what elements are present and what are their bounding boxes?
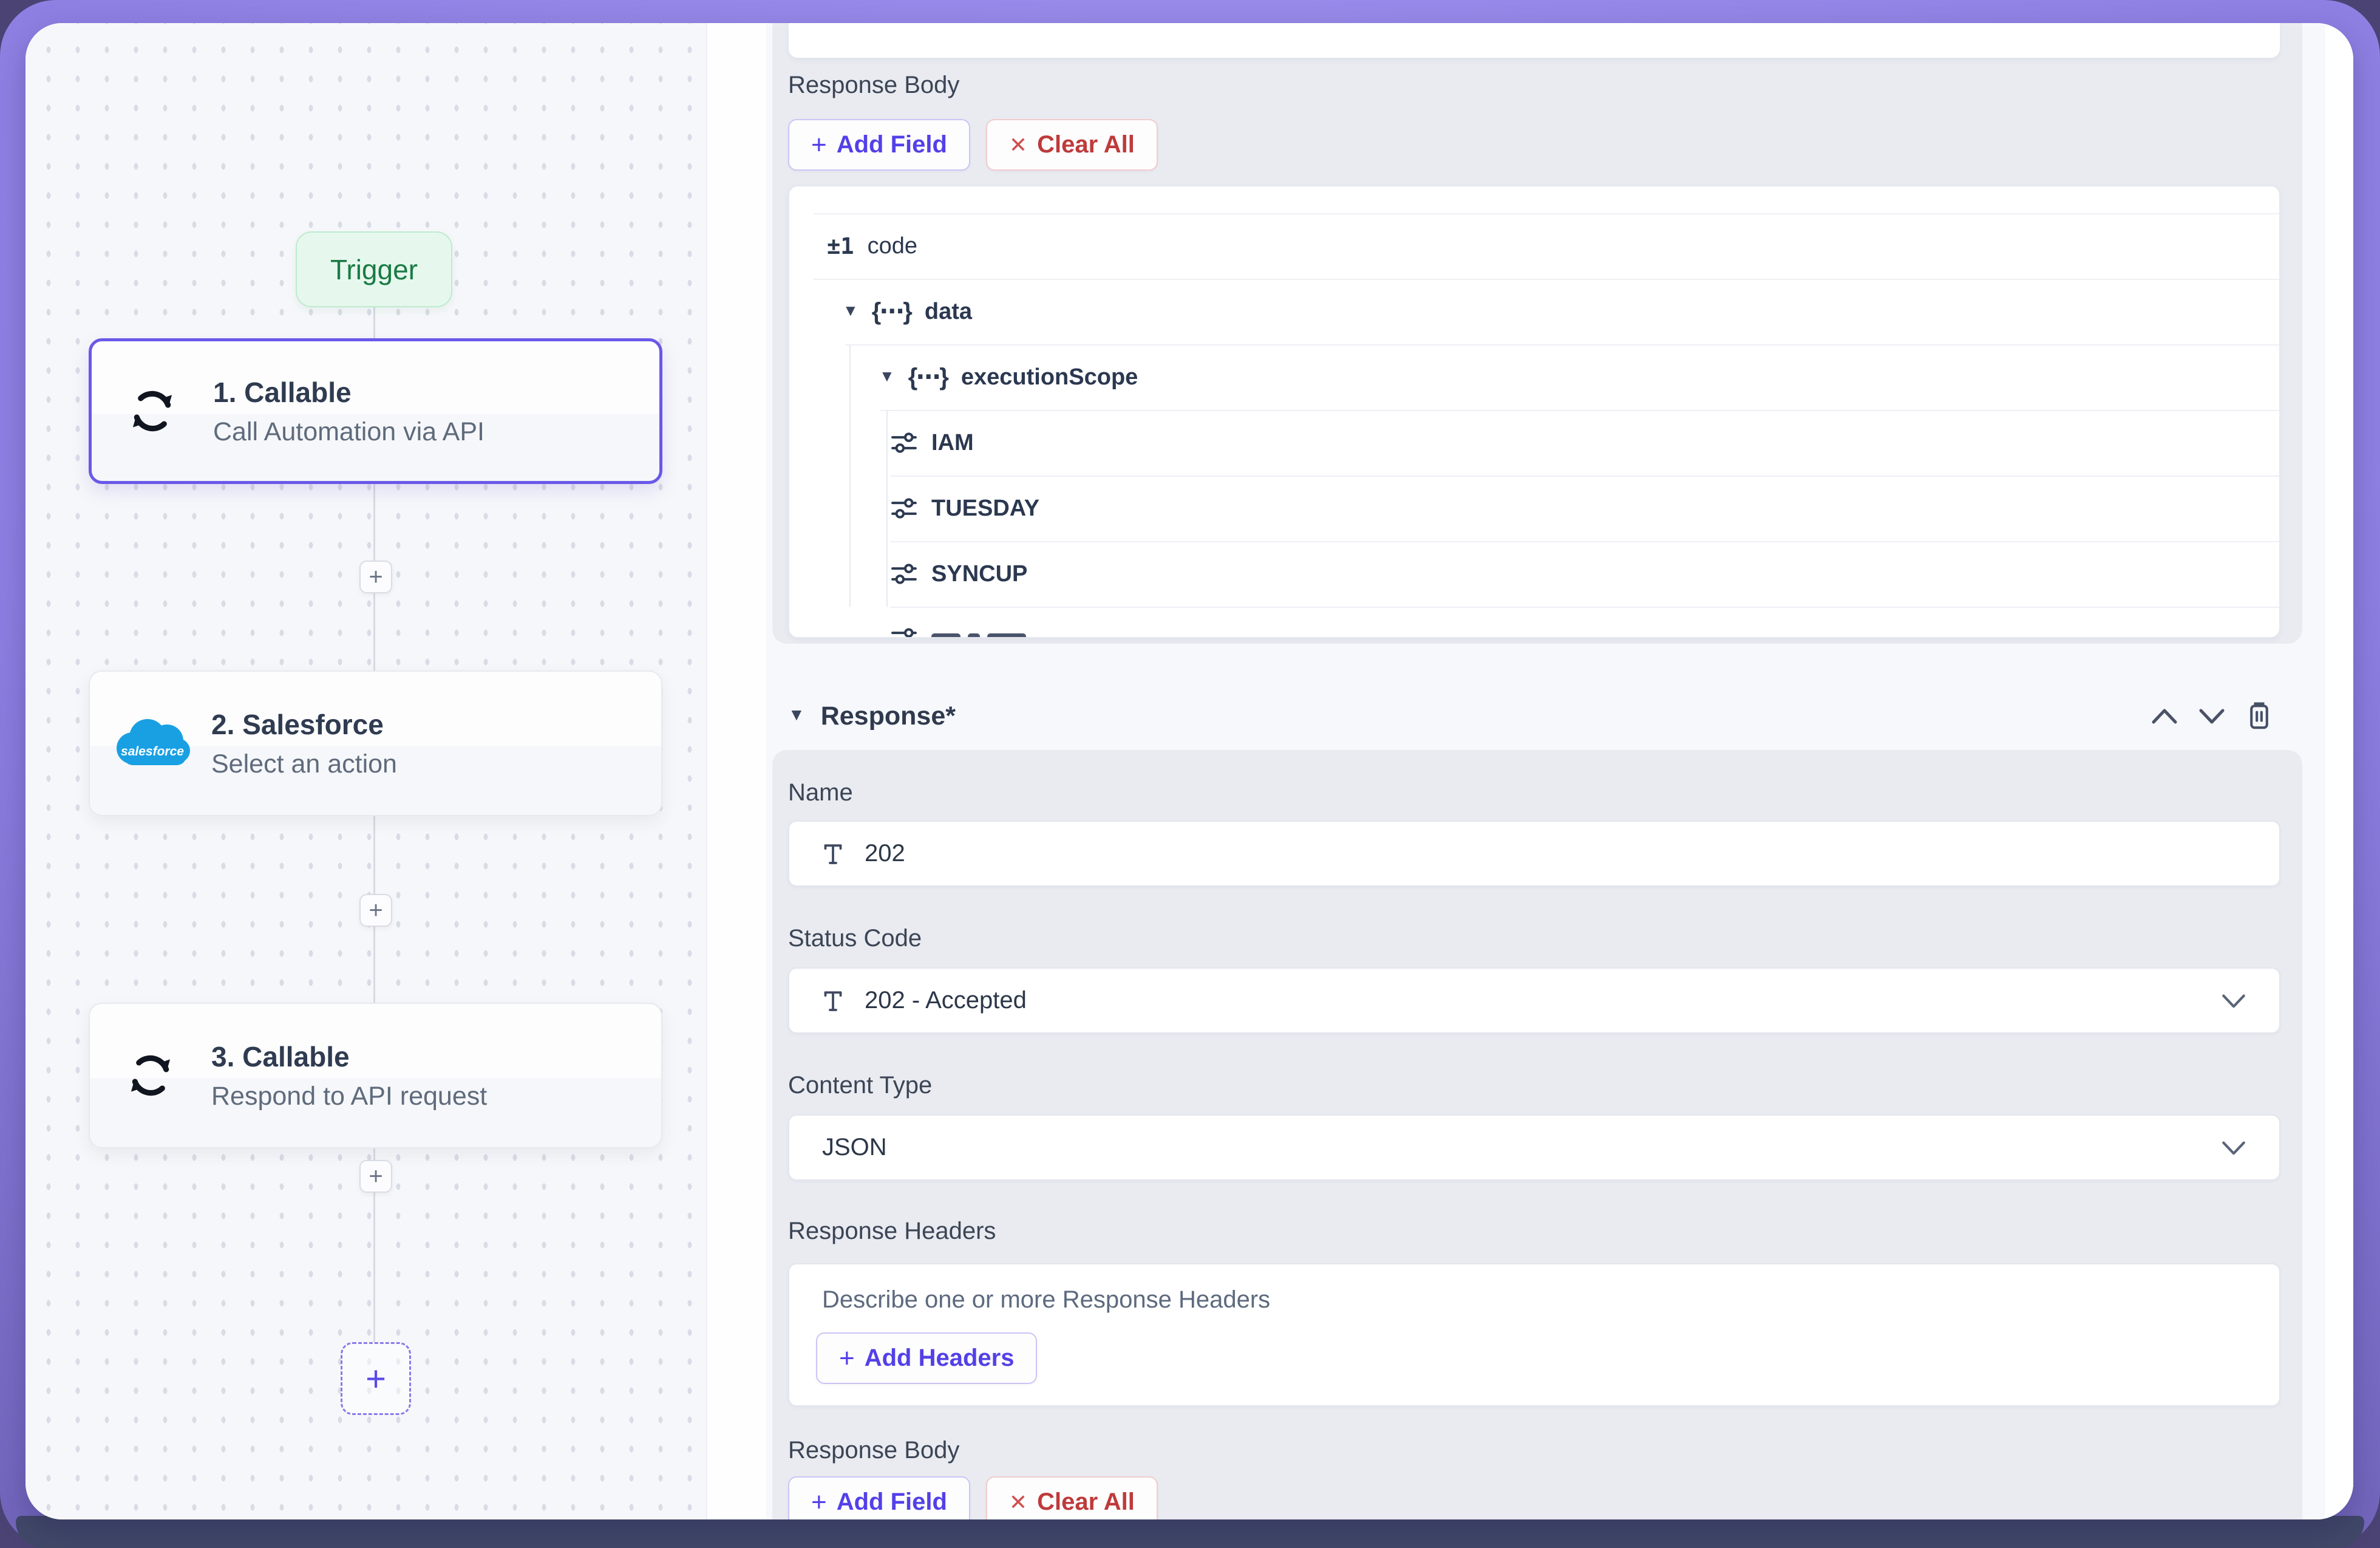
add-node-button[interactable]: + bbox=[341, 1342, 411, 1415]
node-title: 2. Salesforce bbox=[211, 708, 397, 741]
node-salesforce[interactable]: salesforce 2. Salesforce Select an actio… bbox=[89, 670, 662, 816]
app-window: Trigger 1. Callable Call Automation via … bbox=[25, 23, 2353, 1519]
trash-icon bbox=[2245, 700, 2273, 732]
response-section-body: Name 202 Status Code 202 - Accepted bbox=[772, 750, 2302, 1519]
chevron-down-icon bbox=[2221, 1140, 2246, 1156]
tree-key: IAM bbox=[931, 430, 974, 456]
workflow-canvas[interactable]: Trigger 1. Callable Call Automation via … bbox=[25, 23, 707, 1519]
tree-key: SYNCUP bbox=[931, 561, 1027, 587]
collapse-caret-icon[interactable]: ▼ bbox=[879, 367, 895, 386]
content-type-value: JSON bbox=[822, 1134, 887, 1161]
status-code-label: Status Code bbox=[788, 925, 922, 952]
option-type-icon bbox=[890, 562, 918, 586]
text-type-icon bbox=[822, 842, 844, 866]
sync-icon bbox=[90, 1049, 211, 1102]
response-headers-box[interactable]: Describe one or more Response Headers + … bbox=[788, 1263, 2280, 1406]
tree-row-TUESDAY[interactable]: TUESDAY bbox=[789, 476, 2279, 541]
sync-icon bbox=[92, 384, 213, 438]
content-type-label: Content Type bbox=[788, 1072, 932, 1099]
chevron-down-icon bbox=[2198, 708, 2225, 725]
add-headers-button[interactable]: + Add Headers bbox=[816, 1332, 1037, 1384]
node-title: 1. Callable bbox=[213, 376, 484, 409]
add-field-button-2[interactable]: + Add Field bbox=[788, 1476, 970, 1519]
node-title: 3. Callable bbox=[211, 1040, 487, 1073]
node-subtitle: Respond to API request bbox=[211, 1082, 487, 1111]
status-code-select[interactable]: 202 - Accepted bbox=[788, 967, 2280, 1034]
response-headers-label: Response Headers bbox=[788, 1218, 996, 1245]
number-type-icon: ±1 bbox=[827, 233, 854, 259]
plus-icon: + bbox=[839, 1343, 855, 1374]
move-down-button[interactable] bbox=[2191, 695, 2233, 737]
move-up-button[interactable] bbox=[2143, 695, 2186, 737]
delete-section-button[interactable] bbox=[2238, 695, 2280, 737]
tree-row-data[interactable]: ▼ {⋯} data bbox=[789, 279, 2279, 344]
name-value: 202 bbox=[865, 840, 905, 867]
plus-icon: + bbox=[811, 130, 827, 160]
previous-card-edge bbox=[788, 23, 2280, 58]
panel-right-gutter bbox=[2325, 23, 2353, 1519]
add-step-button-2[interactable]: + bbox=[359, 894, 392, 927]
tree-key: data bbox=[925, 299, 972, 325]
canvas-panel-divider bbox=[709, 23, 766, 1519]
clear-all-button-2[interactable]: ✕ Clear All bbox=[986, 1476, 1158, 1519]
salesforce-logo-text: salesforce bbox=[121, 745, 184, 759]
plus-icon: + bbox=[369, 897, 382, 924]
trigger-chip[interactable]: Trigger bbox=[296, 231, 452, 307]
response-body-label-2: Response Body bbox=[788, 1437, 959, 1464]
plus-icon: + bbox=[365, 1359, 386, 1399]
clear-all-button[interactable]: ✕ Clear All bbox=[986, 119, 1158, 171]
collapse-caret-icon[interactable]: ▼ bbox=[843, 301, 858, 320]
name-input[interactable]: 202 bbox=[788, 820, 2280, 887]
response-section-header: ▼ Response* bbox=[788, 695, 2280, 737]
plus-icon: + bbox=[369, 564, 382, 591]
node-subtitle: Call Automation via API bbox=[213, 417, 484, 447]
close-icon: ✕ bbox=[1009, 132, 1027, 158]
option-type-icon bbox=[890, 626, 918, 638]
tree-key: code bbox=[868, 233, 917, 259]
response-body-label: Response Body bbox=[788, 72, 959, 99]
add-step-button-3[interactable]: + bbox=[359, 1160, 392, 1193]
config-panel: Response Body + Add Field ✕ Clear All bbox=[766, 23, 2353, 1519]
tree-row-SYNCUP[interactable]: SYNCUP bbox=[789, 541, 2279, 607]
plus-icon: + bbox=[369, 1163, 382, 1190]
object-type-icon: {⋯} bbox=[908, 363, 948, 391]
salesforce-icon: salesforce bbox=[90, 712, 211, 775]
option-type-icon bbox=[890, 431, 918, 455]
status-code-value: 202 - Accepted bbox=[865, 987, 1027, 1014]
node-subtitle: Select an action bbox=[211, 749, 397, 779]
chevron-up-icon bbox=[2151, 708, 2178, 725]
node-callable-3[interactable]: 3. Callable Respond to API request bbox=[89, 1003, 662, 1148]
object-type-icon: {⋯} bbox=[872, 298, 911, 326]
tree-row-executionScope[interactable]: ▼ {⋯} executionScope bbox=[789, 344, 2279, 410]
chevron-down-icon bbox=[2221, 993, 2246, 1009]
add-step-button-1[interactable]: + bbox=[359, 561, 392, 593]
tree-row-code[interactable]: ±1 code bbox=[789, 213, 2279, 279]
collapse-caret-icon: ▼ bbox=[788, 705, 805, 725]
schema-tree-card: ±1 code ▼ {⋯} data bbox=[788, 185, 2280, 638]
add-field-button[interactable]: + Add Field bbox=[788, 119, 970, 171]
bottom-bar bbox=[16, 1516, 2364, 1548]
name-label: Name bbox=[788, 779, 853, 806]
option-type-icon bbox=[890, 496, 918, 520]
response-headers-placeholder: Describe one or more Response Headers bbox=[822, 1286, 1270, 1314]
tree-row-clipped-bottom bbox=[789, 607, 2279, 638]
close-icon: ✕ bbox=[1009, 1490, 1027, 1515]
content-type-select[interactable]: JSON bbox=[788, 1114, 2280, 1181]
tree-row-IAM[interactable]: IAM bbox=[789, 410, 2279, 476]
response-section-toggle[interactable]: ▼ Response* bbox=[788, 701, 956, 731]
tree-key: TUESDAY bbox=[931, 496, 1039, 522]
tree-row-clipped-top bbox=[789, 186, 2279, 213]
tree-key: executionScope bbox=[961, 364, 1138, 390]
response-body-section: Response Body + Add Field ✕ Clear All bbox=[772, 23, 2302, 644]
node-callable-1[interactable]: 1. Callable Call Automation via API bbox=[89, 338, 662, 484]
plus-icon: + bbox=[811, 1487, 827, 1518]
text-type-icon bbox=[822, 989, 844, 1013]
